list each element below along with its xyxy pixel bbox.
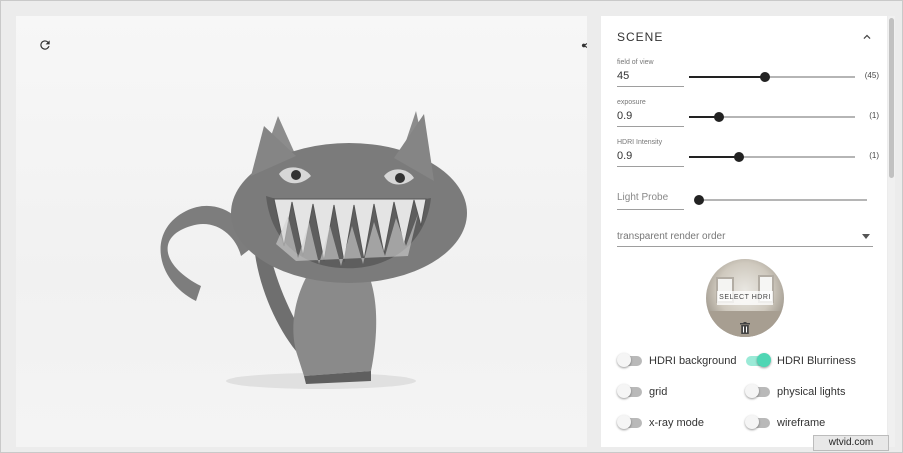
caret-down-icon: [862, 234, 870, 239]
panel-title: SCENE: [617, 30, 664, 44]
wireframe-toggle[interactable]: wireframe: [745, 415, 826, 431]
field-of-view-slider[interactable]: field of view 45 (45): [617, 59, 879, 93]
render-order-placeholder: transparent render order: [617, 231, 726, 242]
light-probe-slider[interactable]: Light Probe: [617, 189, 879, 213]
watermark: wtvid.com: [813, 435, 889, 451]
field-of-view-track[interactable]: [689, 72, 855, 82]
hdri-intensity-label: HDRI Intensity: [617, 139, 663, 146]
hdri-blurriness-label: HDRI Blurriness: [777, 355, 856, 367]
exposure-track[interactable]: [689, 112, 855, 122]
scrollbar-thumb[interactable]: [889, 18, 894, 178]
exposure-input[interactable]: 0.9: [617, 109, 684, 127]
render-order-select[interactable]: transparent render order: [617, 227, 873, 247]
hdri-background-toggle[interactable]: HDRI background: [617, 353, 737, 369]
panel-header[interactable]: SCENE: [601, 16, 887, 58]
exposure-thumb[interactable]: [713, 112, 724, 122]
scene-panel: SCENE field of view 45 (45) exposure 0.9…: [601, 16, 887, 447]
physical-lights-switch[interactable]: [745, 384, 770, 398]
grid-label: grid: [649, 386, 668, 398]
hdri-intensity-thumb[interactable]: [733, 152, 744, 162]
exposure-slider[interactable]: exposure 0.9 (1): [617, 99, 879, 133]
app-window: SCENE field of view 45 (45) exposure 0.9…: [0, 0, 903, 453]
trash-icon[interactable]: [740, 322, 750, 334]
exposure-readout: (1): [869, 111, 879, 120]
wireframe-switch[interactable]: [745, 415, 770, 429]
hdri-intensity-fill: [689, 156, 739, 158]
hdri-intensity-track[interactable]: [689, 152, 855, 162]
hdri-blurriness-toggle[interactable]: HDRI Blurriness: [746, 353, 856, 369]
chevron-up-icon[interactable]: [860, 30, 874, 44]
switch-knob: [617, 353, 631, 367]
reload-icon[interactable]: [34, 34, 56, 56]
light-probe-track[interactable]: [694, 195, 867, 205]
switch-knob: [745, 415, 759, 429]
switch-knob: [745, 384, 759, 398]
hdri-background-label: HDRI background: [649, 355, 737, 367]
share-icon[interactable]: [576, 34, 587, 56]
light-probe-thumb[interactable]: [694, 195, 704, 205]
hdri-blurriness-switch[interactable]: [746, 353, 771, 367]
physical-lights-label: physical lights: [777, 386, 846, 398]
field-of-view-fill: [689, 76, 766, 78]
field-of-view-readout: (45): [864, 71, 879, 80]
3d-viewport[interactable]: [16, 16, 587, 447]
x-ray-mode-toggle[interactable]: x-ray mode: [617, 415, 705, 431]
light-probe-label: Light Probe: [617, 192, 684, 210]
wireframe-label: wireframe: [777, 417, 826, 429]
exposure-label: exposure: [617, 99, 646, 106]
physical-lights-toggle[interactable]: physical lights: [745, 384, 846, 400]
x-ray-mode-switch[interactable]: [617, 415, 642, 429]
hdri-background-switch[interactable]: [617, 353, 642, 367]
field-of-view-label: field of view: [617, 59, 654, 66]
hdri-intensity-slider[interactable]: HDRI Intensity 0.9 (1): [617, 139, 879, 173]
select-hdri-button[interactable]: SELECT HDRI: [717, 291, 773, 305]
field-of-view-thumb[interactable]: [760, 72, 771, 82]
cat-model[interactable]: [146, 96, 486, 396]
switch-knob: [617, 415, 631, 429]
grid-toggle[interactable]: grid: [617, 384, 668, 400]
switch-knob: [617, 384, 631, 398]
panel-scrollbar[interactable]: [888, 16, 895, 447]
x-ray-mode-label: x-ray mode: [649, 417, 705, 429]
grid-switch[interactable]: [617, 384, 642, 398]
switch-knob: [757, 353, 771, 367]
hdri-intensity-input[interactable]: 0.9: [617, 149, 684, 167]
field-of-view-input[interactable]: 45: [617, 69, 684, 87]
hdri-intensity-readout: (1): [869, 151, 879, 160]
